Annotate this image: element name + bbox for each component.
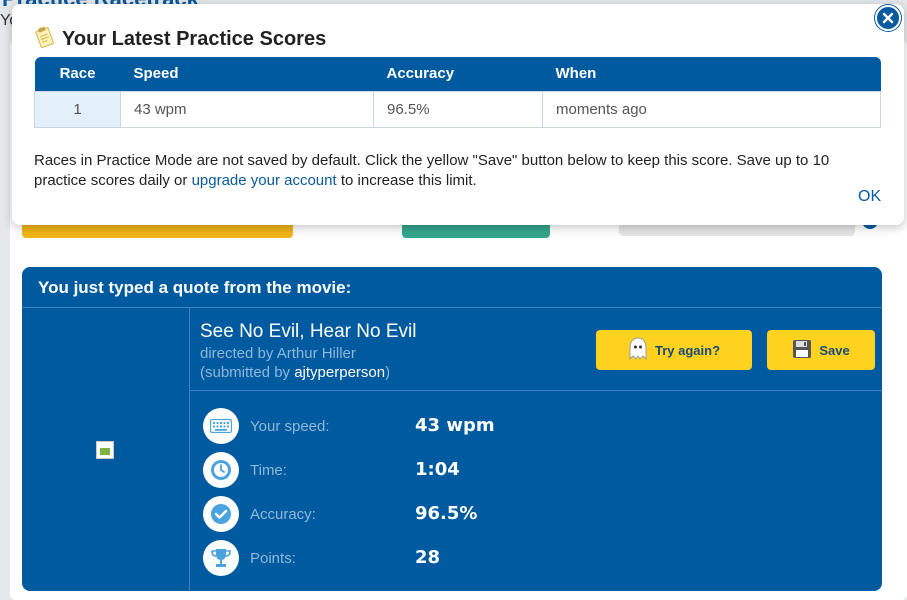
modal-header: Your Latest Practice Scores <box>34 26 326 53</box>
movie-info: See No Evil, Hear No Evil directed by Ar… <box>190 308 882 391</box>
result-card: You just typed a quote from the movie: S… <box>22 267 882 591</box>
message-text-end: to increase this limit. <box>336 172 477 189</box>
floppy-disk-icon <box>792 339 812 362</box>
scores-table-header: Race Speed Accuracy When <box>34 57 881 91</box>
cell-accuracy: 96.5% <box>373 90 543 128</box>
column-header-accuracy: Accuracy <box>373 57 543 91</box>
ok-button[interactable]: OK <box>858 188 881 206</box>
stat-value: 1:04 <box>415 459 460 480</box>
try-again-button[interactable]: Try again? <box>596 330 752 370</box>
stat-row-points: Points: 28 <box>190 536 882 580</box>
stat-label: Time: <box>250 462 287 479</box>
check-icon <box>203 496 239 532</box>
stat-label: Points: <box>250 550 296 567</box>
movie-submitted-by: (submitted by ajtyperperson) <box>200 364 390 381</box>
movie-title: See No Evil, Hear No Evil <box>200 321 417 342</box>
column-header-speed: Speed <box>120 57 374 91</box>
stat-label: Accuracy: <box>250 506 316 523</box>
submitted-suffix: ) <box>385 364 391 381</box>
practice-scores-modal: Your Latest Practice Scores Race Speed A… <box>12 4 904 225</box>
stat-row-speed: Your speed: 43 wpm <box>190 404 882 448</box>
notepad-icon <box>34 26 56 53</box>
try-again-label: Try again? <box>654 342 721 358</box>
table-row: 1 43 wpm 96.5% moments ago <box>34 90 881 128</box>
keyboard-icon <box>203 408 239 444</box>
stat-label: Your speed: <box>250 418 330 435</box>
cell-race: 1 <box>34 90 121 128</box>
column-header-race: Race <box>34 57 121 91</box>
submitted-prefix: (submitted by <box>200 364 295 381</box>
result-title: You just typed a quote from the movie: <box>22 267 882 308</box>
stat-row-accuracy: Accuracy: 96.5% <box>190 492 882 536</box>
save-label: Save <box>819 342 850 358</box>
save-button[interactable]: Save <box>767 330 875 370</box>
close-icon[interactable] <box>875 5 901 31</box>
trophy-icon <box>203 540 239 576</box>
scores-table: Race Speed Accuracy When 1 43 wpm 96.5% … <box>34 57 881 128</box>
stat-value: 28 <box>415 547 441 568</box>
cell-when: moments ago <box>542 90 881 128</box>
movie-poster-column <box>22 308 190 591</box>
stat-value: 43 wpm <box>415 415 495 436</box>
ghost-icon <box>628 336 648 364</box>
movie-poster-image <box>96 441 114 459</box>
modal-message: Races in Practice Mode are not saved by … <box>34 151 884 191</box>
clock-icon <box>203 452 239 488</box>
stat-row-time: Time: 1:04 <box>190 448 882 492</box>
submitter-link[interactable]: ajtyperperson <box>294 364 385 381</box>
cell-speed: 43 wpm <box>120 90 374 128</box>
movie-director: directed by Arthur Hiller <box>200 345 356 362</box>
modal-title: Your Latest Practice Scores <box>62 28 327 50</box>
column-header-when: When <box>542 57 881 91</box>
stat-value: 96.5% <box>415 503 478 524</box>
upgrade-account-link[interactable]: upgrade your account <box>192 172 337 189</box>
